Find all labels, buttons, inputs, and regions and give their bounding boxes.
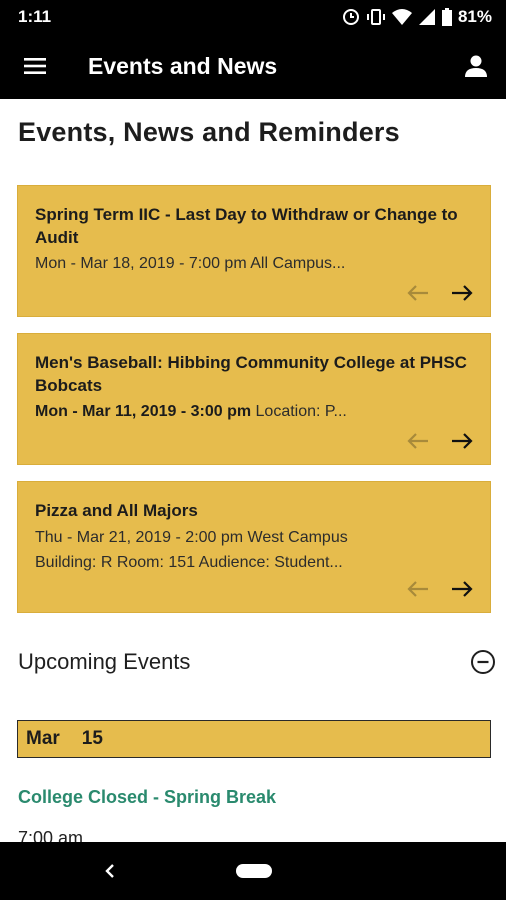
alarm-icon [342,8,359,25]
signal-icon [418,8,435,25]
arrow-right-icon [452,581,473,597]
minus-circle-icon [471,650,495,674]
page-heading: Events, News and Reminders [18,117,400,147]
event-time: 7:00 am [18,828,84,842]
battery-percent: 81% [457,6,492,26]
card-nav [402,280,478,306]
card-nav [402,428,478,454]
date-header: Mar 15 [17,720,491,758]
event-card[interactable]: Pizza and All Majors Thu - Mar 21, 2019 … [17,481,491,613]
main-content[interactable]: Events, News and Reminders Spring Term I… [0,99,506,842]
hamburger-icon [24,58,46,74]
menu-button[interactable] [0,33,70,99]
vibrate-icon [366,8,385,25]
card-detail: Mon - Mar 18, 2019 - 7:00 pm All Campus.… [35,255,346,272]
card-title: Men's Baseball: Hibbing Community Colleg… [35,353,467,395]
person-icon [465,55,487,77]
previous-button[interactable] [402,428,434,454]
collapse-button[interactable] [468,647,498,677]
card-date: Mon - Mar 11, 2019 - 3:00 pm [35,403,252,420]
card-location: Location: P... [251,403,347,420]
arrow-right-icon [452,285,473,301]
battery-icon [441,7,452,26]
next-button[interactable] [446,428,478,454]
status-icons: 81% [342,7,492,27]
event-card[interactable]: Men's Baseball: Hibbing Community Colleg… [17,333,491,465]
next-button[interactable] [446,576,478,602]
card-title: Spring Term IIC - Last Day to Withdraw o… [35,205,458,247]
previous-button[interactable] [402,280,434,306]
date-month: Mar [26,728,60,749]
card-description: Thu - Mar 21, 2019 - 2:00 pm West Campus… [35,525,472,575]
card-description: Mon - Mar 18, 2019 - 7:00 pm All Campus.… [35,252,472,276]
status-bar: 1:11 81% [0,0,506,33]
arrow-right-icon [452,433,473,449]
arrow-left-icon [407,285,428,301]
upcoming-events-header: Upcoming Events [18,647,498,677]
card-nav [402,576,478,602]
card-detail-line2: Building: R Room: 151 Audience: Student.… [35,554,343,571]
arrow-left-icon [407,433,428,449]
app-bar: Events and News [0,33,506,99]
card-detail-line1: Thu - Mar 21, 2019 - 2:00 pm West Campus [35,529,348,546]
chevron-left-icon [105,864,114,878]
status-time: 1:11 [18,6,52,26]
upcoming-events-title: Upcoming Events [18,649,191,674]
home-button[interactable] [236,864,272,878]
next-button[interactable] [446,280,478,306]
system-nav-bar [0,842,506,900]
card-description: Mon - Mar 11, 2019 - 3:00 pm Location: P… [35,400,472,424]
event-card[interactable]: Spring Term IIC - Last Day to Withdraw o… [17,185,491,317]
arrow-left-icon [407,581,428,597]
profile-button[interactable] [446,33,506,99]
event-title-link[interactable]: College Closed - Spring Break [18,787,276,808]
app-title: Events and News [88,52,278,79]
card-title: Pizza and All Majors [35,501,198,520]
wifi-icon [391,8,412,25]
back-button[interactable] [98,859,122,883]
date-day: 15 [81,728,103,749]
previous-button[interactable] [402,576,434,602]
